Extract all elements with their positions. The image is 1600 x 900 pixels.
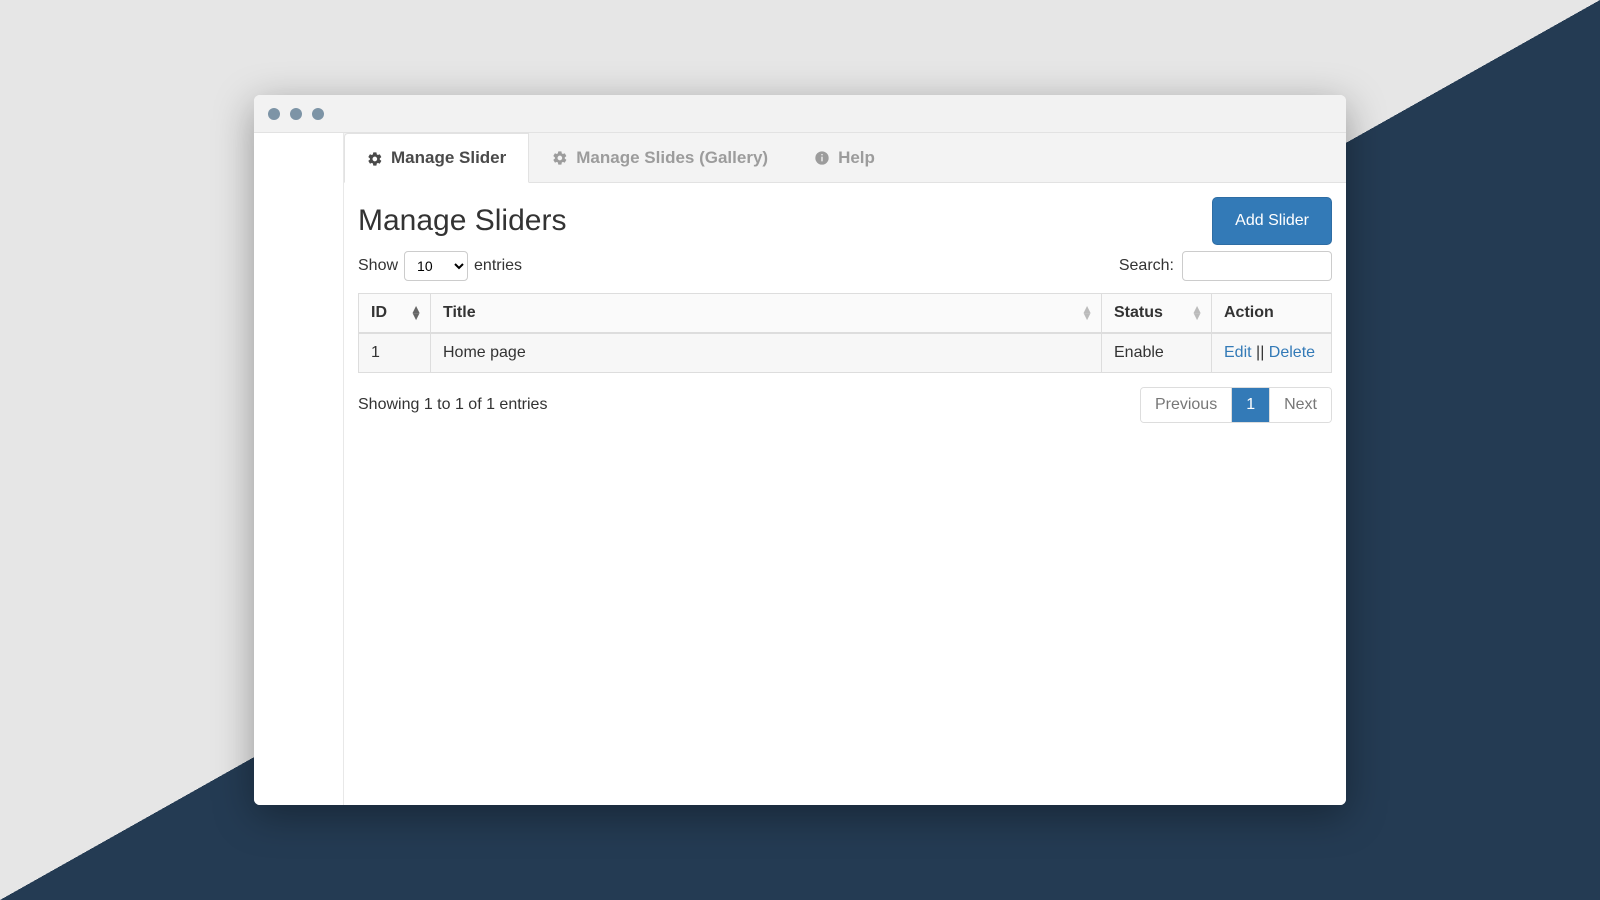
action-separator: || (1256, 344, 1269, 361)
column-header-title[interactable]: Title ▲▼ (431, 294, 1102, 334)
sort-icon: ▲▼ (410, 306, 422, 320)
sort-icon: ▲▼ (1191, 306, 1203, 320)
window-dot (312, 108, 324, 120)
pagination-page-current[interactable]: 1 (1231, 388, 1269, 422)
entries-per-page-select[interactable]: 10 (404, 251, 468, 281)
cell-action: Edit || Delete (1212, 333, 1332, 373)
window-titlebar (254, 95, 1346, 133)
column-header-status[interactable]: Status ▲▼ (1102, 294, 1212, 334)
pagination-next[interactable]: Next (1269, 388, 1331, 422)
tab-label: Manage Slider (391, 148, 506, 168)
sliders-table: ID ▲▼ Title ▲▼ Status ▲▼ (358, 293, 1332, 373)
edit-link[interactable]: Edit (1224, 344, 1252, 361)
length-show-label: Show (358, 257, 398, 275)
pagination: Previous 1 Next (1140, 387, 1332, 423)
gear-icon (552, 148, 568, 168)
window-dot (268, 108, 280, 120)
tab-help[interactable]: Help (791, 133, 898, 182)
tab-manage-slider[interactable]: Manage Slider (344, 133, 529, 183)
page-title: Manage Sliders (358, 204, 566, 238)
app-window: Manage Slider Manage Slides (Gallery) He… (254, 95, 1346, 805)
column-header-action: Action (1212, 294, 1332, 334)
search-label: Search: (1119, 257, 1174, 275)
tabstrip: Manage Slider Manage Slides (Gallery) He… (344, 133, 1346, 183)
length-entries-label: entries (474, 257, 522, 275)
column-header-id[interactable]: ID ▲▼ (359, 294, 431, 334)
cell-status: Enable (1102, 333, 1212, 373)
pagination-previous[interactable]: Previous (1141, 388, 1231, 422)
table-row: 1 Home page Enable Edit || Delete (359, 333, 1332, 373)
tab-label: Help (838, 148, 875, 168)
left-gutter (254, 133, 344, 805)
info-icon (814, 148, 830, 168)
search-input[interactable] (1182, 251, 1332, 281)
tab-manage-slides-gallery[interactable]: Manage Slides (Gallery) (529, 133, 791, 182)
delete-link[interactable]: Delete (1269, 344, 1315, 361)
tab-label: Manage Slides (Gallery) (576, 148, 768, 168)
add-slider-button[interactable]: Add Slider (1212, 197, 1332, 245)
cell-id: 1 (359, 333, 431, 373)
cell-title: Home page (431, 333, 1102, 373)
sort-icon: ▲▼ (1081, 306, 1093, 320)
table-info-text: Showing 1 to 1 of 1 entries (358, 396, 547, 414)
window-dot (290, 108, 302, 120)
gear-icon (367, 148, 383, 168)
